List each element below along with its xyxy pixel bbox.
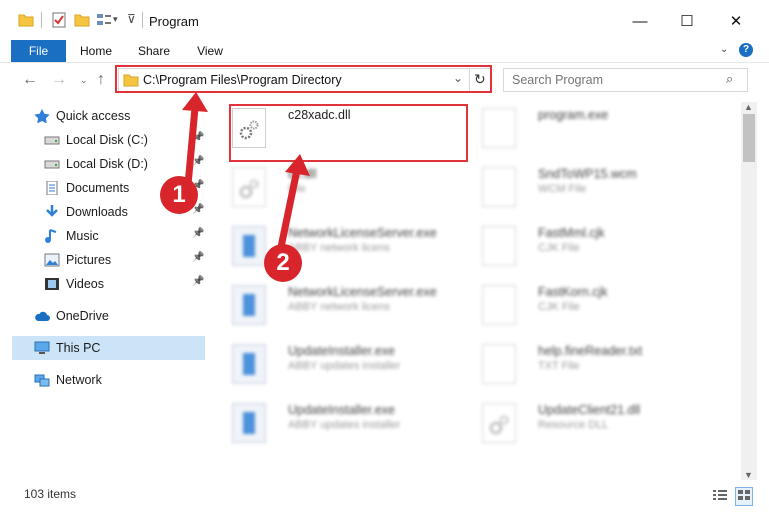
large-icons-view-icon[interactable] (735, 487, 753, 506)
pictures-icon (44, 253, 60, 267)
sidebar-item-label: Downloads (66, 205, 128, 219)
file-item[interactable]: UpdateInstaller.exe ABBY updates installe… (232, 340, 462, 388)
arrow-head-1 (182, 92, 208, 112)
forward-button[interactable]: → (51, 71, 67, 89)
sidebar-item-label: Quick access (56, 109, 131, 123)
scrollbar-thumb[interactable] (743, 114, 755, 162)
application-icon (232, 344, 266, 384)
close-button[interactable]: ✕ (713, 6, 759, 36)
details-view-icon[interactable] (712, 488, 728, 505)
folder-icon[interactable] (18, 12, 34, 28)
sidebar-item-label: Documents (66, 181, 130, 195)
file-item[interactable]: program.exe (482, 104, 712, 152)
chevron-down-icon[interactable]: ⌄ (720, 44, 728, 55)
chevron-down-icon[interactable]: ▾ (113, 14, 118, 25)
file-type: TXT File (538, 360, 580, 372)
file-name: program.exe (538, 108, 609, 122)
file-type: WCM File (538, 183, 587, 195)
address-highlight (115, 65, 492, 93)
file-item[interactable]: FastMml.cjk CJK File (482, 222, 712, 270)
arrow-line-2 (276, 169, 301, 253)
file-name: help.fineReader.txt (538, 344, 643, 358)
network-icon (34, 373, 50, 387)
file-icon (482, 403, 516, 443)
sidebar-item-label: This PC (56, 341, 101, 355)
window-title: Program (149, 14, 199, 29)
tab-share[interactable]: Share (130, 40, 178, 62)
computer-icon (34, 341, 50, 355)
new-folder-icon[interactable] (74, 12, 90, 28)
tab-home[interactable]: Home (72, 40, 120, 62)
sidebar-item-this-pc[interactable]: This PC (12, 336, 205, 360)
sidebar-item-label: Local Disk (C:) (66, 133, 148, 147)
arrow-head-2 (285, 154, 310, 176)
divider (41, 12, 42, 28)
file-type: CJK File (538, 242, 580, 254)
step-badge-1: 1 (160, 176, 198, 214)
drive-icon (44, 133, 60, 147)
search-icon[interactable]: ⌕ (726, 71, 733, 87)
file-type: ABBY updates installer (288, 360, 401, 372)
cloud-icon (34, 309, 50, 323)
title-bar: ▾ ⊽ Program — ☐ ✕ (0, 0, 769, 40)
music-icon (44, 229, 60, 243)
file-item[interactable]: FastKorn.cjk CJK File (482, 281, 712, 329)
ribbon-tabs: File Home Share View ⌄ ? (0, 40, 769, 63)
downloads-icon (44, 205, 60, 219)
file-name: FastMml.cjk (538, 226, 605, 240)
file-item[interactable]: UpdateClient21.dll Resource DLL (482, 399, 712, 447)
back-button[interactable]: ← (22, 71, 38, 89)
file-item[interactable]: SndToWP15.wcm WCM File (482, 163, 712, 211)
sidebar-item-label: Network (56, 373, 102, 387)
file-icon (482, 285, 516, 325)
divider (142, 12, 143, 28)
drive-icon (44, 157, 60, 171)
recent-locations-icon[interactable]: ⌄ (80, 75, 88, 86)
file-icon (482, 167, 516, 207)
arrow-line-1 (184, 107, 199, 186)
file-icon (482, 108, 516, 148)
star-icon (34, 109, 50, 124)
tab-view[interactable]: View (186, 40, 234, 62)
sidebar-item-label: OneDrive (56, 309, 109, 323)
file-type: Resource DLL (538, 419, 609, 431)
file-name: UpdateClient21.dll (538, 403, 641, 417)
file-type: CJK File (538, 301, 580, 313)
file-icon (482, 226, 516, 266)
status-item-count: 103 items (24, 487, 77, 501)
file-type: ABBY updates installer (288, 419, 401, 431)
minimize-button[interactable]: — (617, 6, 663, 36)
documents-icon (44, 180, 60, 196)
file-item[interactable]: help.fineReader.txt TXT File (482, 340, 712, 388)
application-icon (232, 403, 266, 443)
step-badge-2: 2 (264, 244, 302, 282)
sidebar-item-label: Local Disk (D:) (66, 157, 148, 171)
file-type: ABBY network licens (288, 301, 390, 313)
scroll-down-icon[interactable]: ▼ (744, 470, 753, 480)
scroll-up-icon[interactable]: ▲ (744, 102, 753, 112)
search-input[interactable] (510, 71, 724, 89)
sidebar-item-label: Videos (66, 277, 104, 291)
videos-icon (44, 277, 60, 291)
file-name: UpdateInstaller.exe (288, 403, 396, 417)
file-name: UpdateInstaller.exe (288, 344, 396, 358)
search-box[interactable]: ⌕ (503, 68, 748, 92)
file-item[interactable]: UpdateInstaller.exe ABBY updates installe… (232, 399, 462, 447)
file-name: FastKorn.cjk (538, 285, 608, 299)
properties-icon[interactable] (51, 12, 67, 28)
maximize-button[interactable]: ☐ (664, 6, 710, 36)
qat-dropdown-icon[interactable]: ⊽ (127, 12, 136, 26)
file-icon (482, 344, 516, 384)
sidebar-item-label: Music (66, 229, 99, 243)
customize-icon[interactable] (96, 12, 112, 28)
sidebar-item-label: Pictures (66, 253, 112, 267)
help-icon[interactable]: ? (739, 43, 753, 57)
file-name: SndToWP15.wcm (538, 167, 637, 181)
up-button[interactable]: ↑ (97, 71, 105, 89)
application-icon (232, 285, 266, 325)
tab-file[interactable]: File (11, 40, 66, 62)
